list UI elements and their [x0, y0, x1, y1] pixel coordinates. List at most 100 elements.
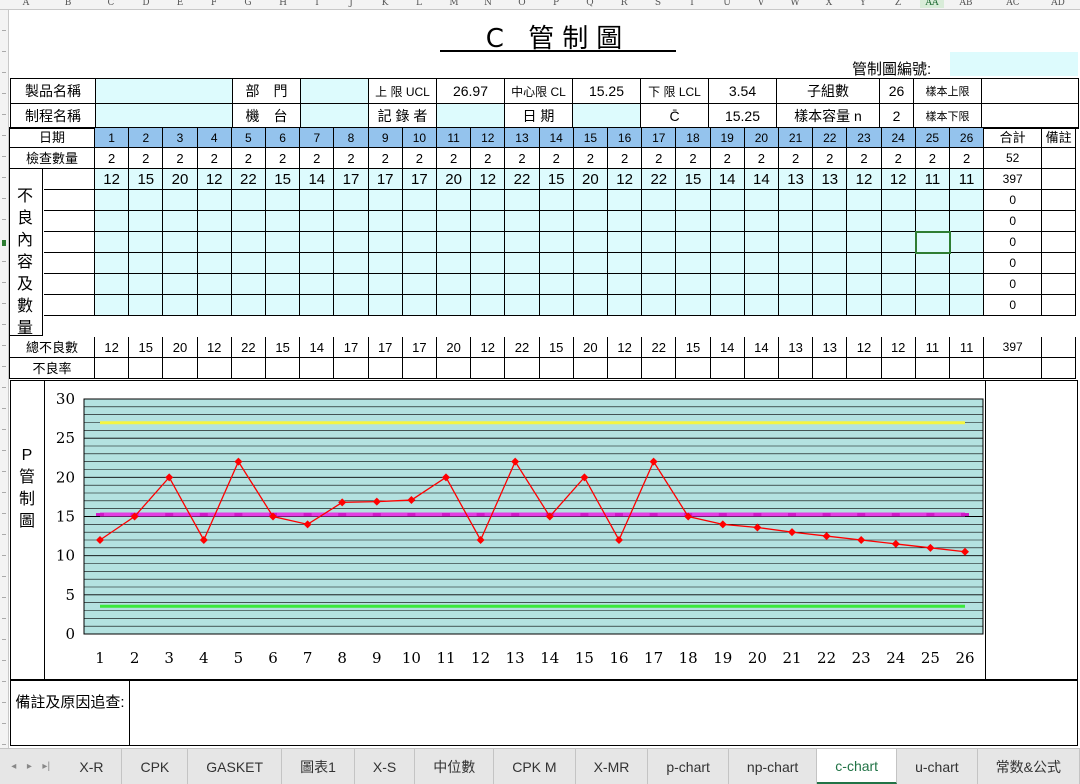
defect-cell[interactable] — [471, 295, 506, 316]
defect-cell[interactable] — [744, 190, 779, 211]
defect-cell[interactable] — [129, 274, 164, 295]
date-cell[interactable]: 6 — [266, 128, 301, 148]
total-cell[interactable]: 22 — [231, 337, 266, 358]
date-cell[interactable]: 24 — [881, 128, 916, 148]
inspect-cell[interactable]: 2 — [300, 148, 335, 169]
date-cell[interactable]: 25 — [915, 128, 950, 148]
defect-type-cell[interactable] — [44, 232, 95, 253]
defect-cell[interactable] — [539, 211, 574, 232]
defect-cell[interactable] — [163, 295, 198, 316]
defect-cell[interactable] — [881, 253, 916, 274]
defect-cell[interactable]: 13 — [813, 169, 848, 190]
tab-next-icon[interactable]: ▸ — [27, 761, 32, 772]
defect-cell[interactable] — [779, 295, 814, 316]
department-cell[interactable] — [300, 78, 369, 104]
sheet-tab[interactable]: c-chart — [817, 749, 898, 784]
defect-cell[interactable]: 17 — [334, 169, 369, 190]
inspect-cell[interactable]: 2 — [437, 148, 472, 169]
date-cell[interactable]: 26 — [950, 128, 985, 148]
defect-cell[interactable] — [642, 190, 677, 211]
cbar-value[interactable]: 15.25 — [708, 103, 777, 129]
defect-type-cell[interactable] — [44, 190, 95, 211]
column-letter-h[interactable]: H — [271, 0, 295, 8]
defect-cell[interactable] — [266, 295, 301, 316]
row-marker[interactable] — [2, 366, 6, 367]
row-marker[interactable] — [2, 450, 6, 451]
defect-cell[interactable] — [163, 232, 198, 253]
row-marker-selected[interactable] — [2, 240, 6, 246]
inspect-cell[interactable]: 2 — [95, 148, 130, 169]
column-letter-q[interactable]: Q — [578, 0, 602, 8]
tab-last-icon[interactable]: ▸| — [42, 761, 50, 772]
defect-cell[interactable] — [505, 253, 540, 274]
column-letter-t[interactable]: T — [680, 0, 704, 8]
column-letter-x[interactable]: X — [817, 0, 841, 8]
defect-cell[interactable] — [608, 232, 643, 253]
total-cell[interactable]: 20 — [573, 337, 608, 358]
defect-cell[interactable] — [129, 232, 164, 253]
defect-sum[interactable]: 397 — [984, 169, 1043, 190]
defect-cell[interactable] — [231, 253, 266, 274]
rate-cell[interactable] — [915, 358, 950, 379]
selected-cell-outline[interactable] — [914, 231, 951, 254]
total-cell[interactable]: 22 — [642, 337, 677, 358]
total-cell[interactable]: 17 — [334, 337, 369, 358]
column-letter-p[interactable]: P — [544, 0, 568, 8]
rate-cell[interactable] — [573, 358, 608, 379]
inspect-cell[interactable]: 2 — [881, 148, 916, 169]
sheet-tab[interactable]: u-chart — [897, 749, 978, 784]
column-letter-r[interactable]: R — [612, 0, 636, 8]
defect-cell[interactable] — [813, 190, 848, 211]
rate-cell[interactable] — [505, 358, 540, 379]
column-letter-y[interactable]: Y — [851, 0, 875, 8]
rate-cell[interactable] — [231, 358, 266, 379]
defect-sum[interactable]: 0 — [984, 274, 1043, 295]
product-name-cell[interactable] — [95, 78, 233, 104]
defect-cell[interactable] — [197, 253, 232, 274]
defect-cell[interactable] — [300, 295, 335, 316]
date-cell[interactable]: 18 — [676, 128, 711, 148]
column-letter-b[interactable]: B — [56, 0, 80, 8]
defect-cell[interactable] — [471, 232, 506, 253]
total-cell[interactable]: 13 — [779, 337, 814, 358]
machine-cell[interactable] — [300, 103, 369, 129]
row-marker[interactable] — [2, 702, 6, 703]
row-marker[interactable] — [2, 30, 6, 31]
defect-cell[interactable] — [368, 211, 403, 232]
date-cell[interactable]: 13 — [505, 128, 540, 148]
inspect-cell[interactable]: 2 — [710, 148, 745, 169]
column-letter-ab[interactable]: AB — [954, 0, 978, 8]
defect-cell[interactable] — [950, 211, 985, 232]
defect-cell[interactable]: 15 — [266, 169, 301, 190]
total-cell[interactable]: 14 — [710, 337, 745, 358]
inspect-cell[interactable]: 2 — [915, 148, 950, 169]
defect-cell[interactable] — [779, 253, 814, 274]
rate-cell[interactable] — [471, 358, 506, 379]
defect-cell[interactable] — [710, 274, 745, 295]
rate-cell[interactable] — [847, 358, 882, 379]
defect-cell[interactable] — [710, 295, 745, 316]
defect-cell[interactable] — [437, 295, 472, 316]
defect-cell[interactable] — [266, 253, 301, 274]
defect-cell[interactable] — [505, 190, 540, 211]
inspect-cell[interactable]: 2 — [950, 148, 985, 169]
c-chart[interactable]: 0 5 10 15 20 25 30 1 2 3 4 5 6 7 8 9 10 11 12 13 14 15 16 17 18 1… — [44, 380, 986, 680]
defect-cell[interactable]: 12 — [608, 169, 643, 190]
column-letter-j[interactable]: J — [339, 0, 363, 8]
total-cell[interactable]: 20 — [437, 337, 472, 358]
defect-cell[interactable]: 13 — [779, 169, 814, 190]
defect-cell[interactable] — [505, 295, 540, 316]
row-marker[interactable] — [2, 261, 6, 262]
defect-cell[interactable] — [163, 274, 198, 295]
chart-svg[interactable]: 0510152025301 2 3 4 5 6 7 8 9 10 11 12 13 14 15 16 17 18 1… — [45, 381, 985, 679]
defect-cell[interactable] — [676, 211, 711, 232]
column-letter-z[interactable]: Z — [886, 0, 910, 8]
defect-cell[interactable]: 14 — [710, 169, 745, 190]
defect-cell[interactable] — [163, 253, 198, 274]
date-cell[interactable]: 21 — [779, 128, 814, 148]
sheet-tab[interactable]: X-S — [355, 749, 416, 784]
inspect-cell[interactable]: 2 — [129, 148, 164, 169]
row-marker[interactable] — [2, 723, 6, 724]
defect-cell[interactable] — [573, 211, 608, 232]
column-letter-aa[interactable]: AA — [920, 0, 944, 8]
